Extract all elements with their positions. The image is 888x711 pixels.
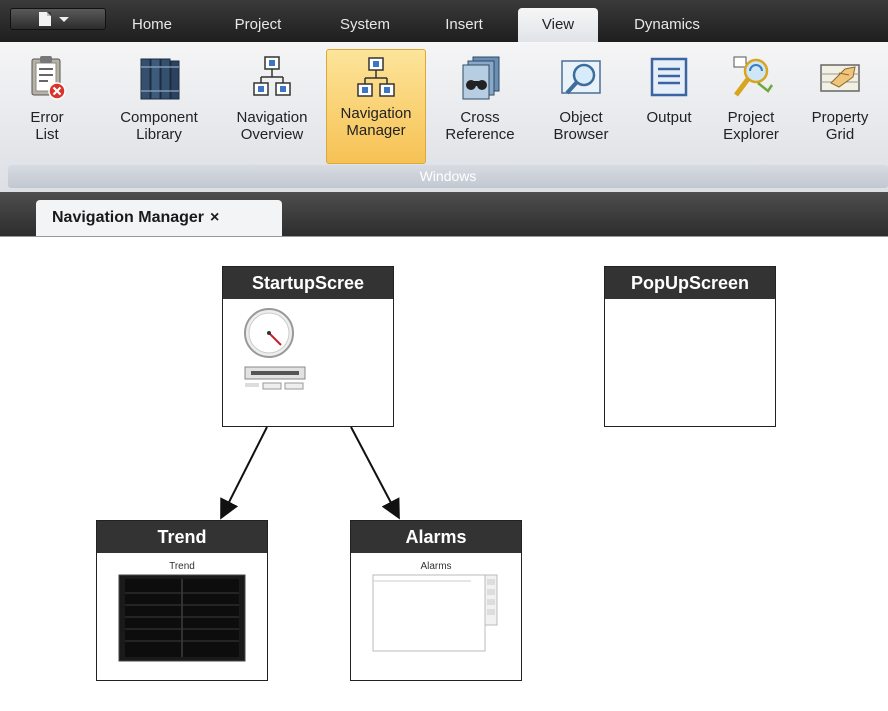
screen-thumbnail: Trend [97, 553, 267, 680]
tab-dynamics[interactable]: Dynamics [612, 8, 722, 42]
error-list-icon [31, 56, 66, 100]
object-browser-icon [561, 60, 601, 95]
tab-project[interactable]: Project [210, 8, 306, 42]
tab-insert[interactable]: Insert [424, 8, 504, 42]
component-library-icon [140, 58, 180, 100]
ribbon-group-label: Windows [8, 165, 888, 188]
navigation-overview-button[interactable]: Navigation Overview [222, 49, 322, 164]
screen-node-title: Alarms [351, 521, 521, 553]
output-icon [650, 57, 688, 97]
chevron-down-icon [59, 17, 69, 22]
object-browser-button[interactable]: Object Browser [540, 49, 622, 164]
navigation-overview-label: Navigation Overview [236, 109, 308, 143]
link-startup-to-trend[interactable] [220, 426, 268, 520]
document-icon [39, 12, 51, 26]
output-button[interactable]: Output [634, 49, 704, 164]
navigation-manager-label: Navigation Manager [340, 105, 412, 139]
tab-home[interactable]: Home [112, 8, 192, 42]
tab-view[interactable]: View [518, 8, 598, 42]
cross-reference-icon [462, 56, 500, 100]
error-list-button[interactable]: Error List [4, 49, 90, 164]
document-tab-strip: Navigation Manager × [0, 192, 888, 236]
screen-node-alarms[interactable]: Alarms Alarms [350, 520, 522, 681]
project-explorer-icon [733, 56, 774, 97]
tab-system[interactable]: System [320, 8, 410, 42]
cross-reference-label: Cross Reference [445, 109, 515, 143]
link-startup-to-alarms[interactable] [350, 426, 400, 520]
property-grid-label: Property Grid [811, 109, 869, 143]
screen-node-trend[interactable]: Trend Trend [96, 520, 268, 681]
trend-chart-thumbnail-icon [118, 574, 246, 662]
screen-node-popup[interactable]: PopUpScreen [604, 266, 776, 427]
navigation-manager-button[interactable]: Navigation Manager [326, 49, 426, 164]
component-library-button[interactable]: Component Library [100, 49, 218, 164]
close-icon[interactable]: × [210, 209, 219, 226]
application-menu-button[interactable] [10, 8, 106, 30]
screen-node-title: PopUpScreen [605, 267, 775, 299]
thumbnail-caption: Alarms [420, 561, 452, 572]
alarm-list-thumbnail-icon [372, 574, 498, 652]
screen-node-title: StartupScree [223, 267, 393, 299]
property-grid-button[interactable]: Property Grid [796, 49, 884, 164]
navigation-canvas[interactable]: StartupScree PopUpScreen Trend Trend Ala… [0, 236, 888, 711]
object-browser-label: Object Browser [553, 109, 609, 143]
ribbon-panel: Error List Component Library Navigation … [0, 42, 888, 193]
project-explorer-button[interactable]: Project Explorer [708, 49, 794, 164]
navigation-overview-icon [253, 56, 291, 96]
menu-tab-bar: Home Project System Insert View Dynamics [0, 0, 888, 42]
thumbnail-caption: Trend [169, 561, 195, 572]
screen-thumbnail [223, 299, 393, 426]
project-explorer-label: Project Explorer [723, 109, 779, 143]
cross-reference-button[interactable]: Cross Reference [430, 49, 530, 164]
screen-node-startup[interactable]: StartupScree [222, 266, 394, 427]
screen-thumbnail: Alarms [351, 553, 521, 680]
gauge-thumbnail-icon [244, 308, 306, 390]
screen-node-title: Trend [97, 521, 267, 553]
tab-navigation-manager[interactable]: Navigation Manager × [36, 200, 282, 236]
component-library-label: Component Library [120, 109, 198, 143]
tab-navigation-manager-label: Navigation Manager [52, 209, 205, 226]
navigation-manager-icon [357, 57, 395, 97]
screen-thumbnail [605, 299, 775, 426]
error-list-label: Error List [30, 109, 64, 143]
output-label: Output [646, 109, 692, 126]
property-grid-icon [820, 64, 860, 92]
